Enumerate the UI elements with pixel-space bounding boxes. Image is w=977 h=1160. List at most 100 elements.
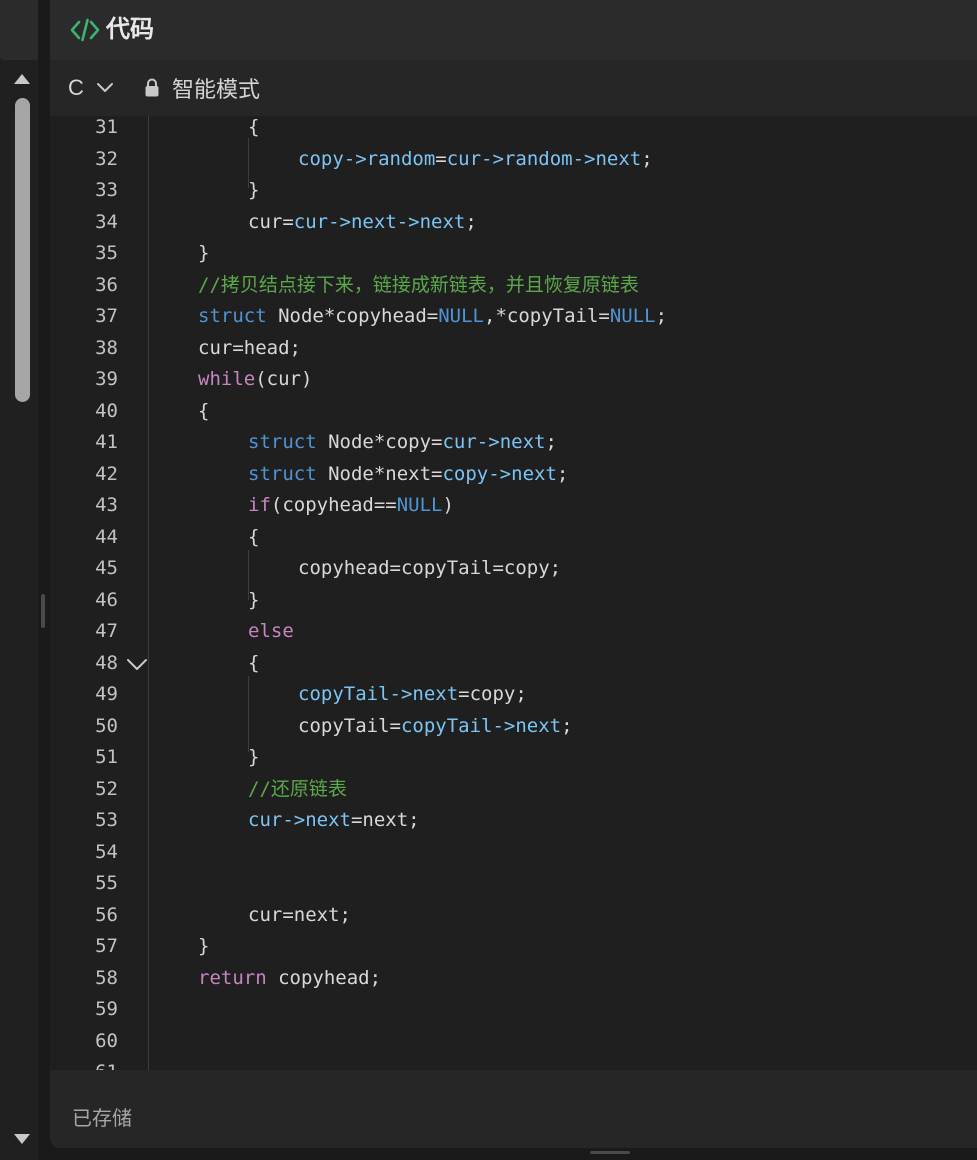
code-panel: 代码 C 智能模式 31{ 32 copy->random=cur->random-… bbox=[50, 0, 977, 1148]
code-line: 54 bbox=[50, 837, 977, 869]
line-number: 44 bbox=[95, 525, 118, 548]
code-token: =copy; bbox=[458, 683, 527, 705]
line-number: 47 bbox=[95, 620, 118, 642]
resize-handle[interactable] bbox=[590, 1151, 630, 1154]
code-token: { bbox=[248, 525, 260, 548]
code-token: copyTail= bbox=[298, 714, 401, 737]
code-token: struct bbox=[248, 431, 317, 453]
code-line: 53 cur->next=next; bbox=[50, 805, 977, 837]
code-token: ; bbox=[556, 462, 569, 485]
line-number: 56 bbox=[95, 903, 118, 926]
code-text: copy->random=cur->random->next; bbox=[298, 144, 653, 176]
code-token: } bbox=[248, 588, 260, 611]
code-token: struct bbox=[248, 462, 317, 485]
code-line: 41 struct Node*copy=cur->next; bbox=[50, 427, 977, 459]
code-line: 45 copyhead=copyTail=copy; bbox=[50, 553, 977, 585]
mode-label: 智能模式 bbox=[172, 77, 261, 102]
code-text: cur=cur->next->next; bbox=[248, 207, 477, 239]
code-line: 32 copy->random=cur->random->next; bbox=[50, 144, 977, 176]
code-token: next bbox=[515, 714, 562, 737]
code-token: NULL bbox=[609, 305, 656, 327]
line-number: 32 bbox=[95, 147, 118, 170]
code-token: { bbox=[248, 116, 260, 138]
code-line: 37 struct Node*copyhead=NULL,*copyTail=NU… bbox=[50, 301, 977, 333]
code-token: ; bbox=[465, 210, 477, 233]
editor-mode[interactable]: 智能模式 bbox=[144, 72, 260, 104]
line-number: 53 bbox=[95, 809, 118, 831]
code-text: copyTail=copyTail->next; bbox=[298, 711, 573, 743]
pane-splitter-handle[interactable] bbox=[41, 594, 45, 628]
code-text: } bbox=[248, 585, 259, 617]
code-token: cur=head; bbox=[198, 336, 301, 359]
scrollbar-thumb[interactable] bbox=[15, 98, 30, 402]
line-number: 42 bbox=[95, 462, 118, 485]
fold-chevron-icon[interactable] bbox=[126, 658, 148, 672]
code-text: //拷贝结点接下来，链接成新链表，并且恢复原链表 bbox=[198, 270, 639, 302]
code-line: 50 copyTail=copyTail->next; bbox=[50, 711, 977, 743]
code-token: next bbox=[511, 462, 557, 485]
code-token: cur-> bbox=[248, 809, 306, 831]
code-text: copyTail->next=copy; bbox=[298, 679, 527, 711]
code-token: } bbox=[198, 242, 210, 264]
code-token: =next; bbox=[350, 809, 420, 831]
line-number: 39 bbox=[95, 368, 118, 390]
code-editor[interactable]: 31{32 copy->random=cur->random->next; 33} 3… bbox=[50, 116, 977, 1070]
line-number: 46 bbox=[95, 588, 118, 611]
line-number: 58 bbox=[95, 966, 118, 989]
code-token: next bbox=[419, 210, 466, 233]
code-token: copy-> bbox=[442, 462, 512, 485]
line-number: 45 bbox=[95, 557, 118, 579]
code-icon bbox=[70, 18, 100, 42]
code-token: random-> bbox=[503, 147, 596, 170]
line-number: 34 bbox=[95, 210, 118, 233]
code-line: 31 { bbox=[50, 116, 977, 144]
code-line: 40 { bbox=[50, 396, 977, 428]
line-number: 38 bbox=[95, 336, 118, 359]
code-line: 46} bbox=[50, 585, 977, 617]
line-number: 61 bbox=[50, 1057, 118, 1070]
chevron-down-icon bbox=[96, 83, 113, 92]
code-line: 58 return copyhead; bbox=[50, 963, 977, 995]
lock-icon bbox=[145, 78, 159, 97]
code-token: Node*copy= bbox=[316, 431, 443, 453]
code-line: 36 //拷贝结点接下来，链接成新链表，并且恢复原链表 bbox=[50, 270, 977, 302]
code-text: if(copyhead==NULL) bbox=[248, 490, 454, 522]
code-text: { bbox=[248, 648, 259, 680]
scroll-down-arrow-icon[interactable] bbox=[14, 1134, 30, 1144]
line-number: 50 bbox=[95, 714, 118, 737]
code-line: 60 bbox=[50, 1026, 977, 1058]
code-line: 56 cur=next; bbox=[50, 900, 977, 932]
code-line: 35} bbox=[50, 238, 977, 270]
code-text: { bbox=[248, 116, 259, 144]
outer-scrollbar-top bbox=[0, 0, 38, 60]
code-token: ; bbox=[655, 305, 668, 327]
code-token: copyhead; bbox=[266, 966, 382, 989]
editor-toolbar: C 智能模式 bbox=[50, 60, 977, 116]
code-token: } bbox=[198, 935, 210, 957]
code-token: cur-> bbox=[446, 147, 504, 170]
panel-header: 代码 bbox=[50, 0, 977, 60]
language-select[interactable]: C bbox=[68, 72, 114, 104]
code-token: ; bbox=[545, 431, 557, 453]
code-token: cur= bbox=[248, 210, 294, 233]
code-line: 59 bbox=[50, 994, 977, 1026]
line-number: 54 bbox=[95, 840, 118, 863]
line-number: 36 bbox=[95, 273, 118, 296]
code-line: 33} bbox=[50, 175, 977, 207]
code-token: ; bbox=[561, 714, 573, 737]
code-line: 57} bbox=[50, 931, 977, 963]
code-token: ,*copyTail= bbox=[484, 305, 610, 327]
code-token: copy-> bbox=[298, 147, 367, 170]
code-text: struct Node*copyhead=NULL,*copyTail=NULL… bbox=[198, 301, 667, 333]
code-token: Node*copyhead= bbox=[266, 305, 439, 327]
code-line: 52 //还原链表 bbox=[50, 774, 977, 806]
code-token: NULL bbox=[396, 494, 443, 516]
save-status: 已存储 bbox=[72, 1108, 132, 1130]
code-line: 61 bbox=[50, 1057, 977, 1070]
line-number: 33 bbox=[95, 179, 118, 201]
scroll-up-arrow-icon[interactable] bbox=[14, 74, 30, 84]
code-text: cur->next=next; bbox=[248, 805, 420, 837]
outer-scrollbar[interactable] bbox=[0, 0, 38, 1160]
code-token: ; bbox=[641, 147, 653, 170]
line-number: 43 bbox=[95, 494, 118, 516]
